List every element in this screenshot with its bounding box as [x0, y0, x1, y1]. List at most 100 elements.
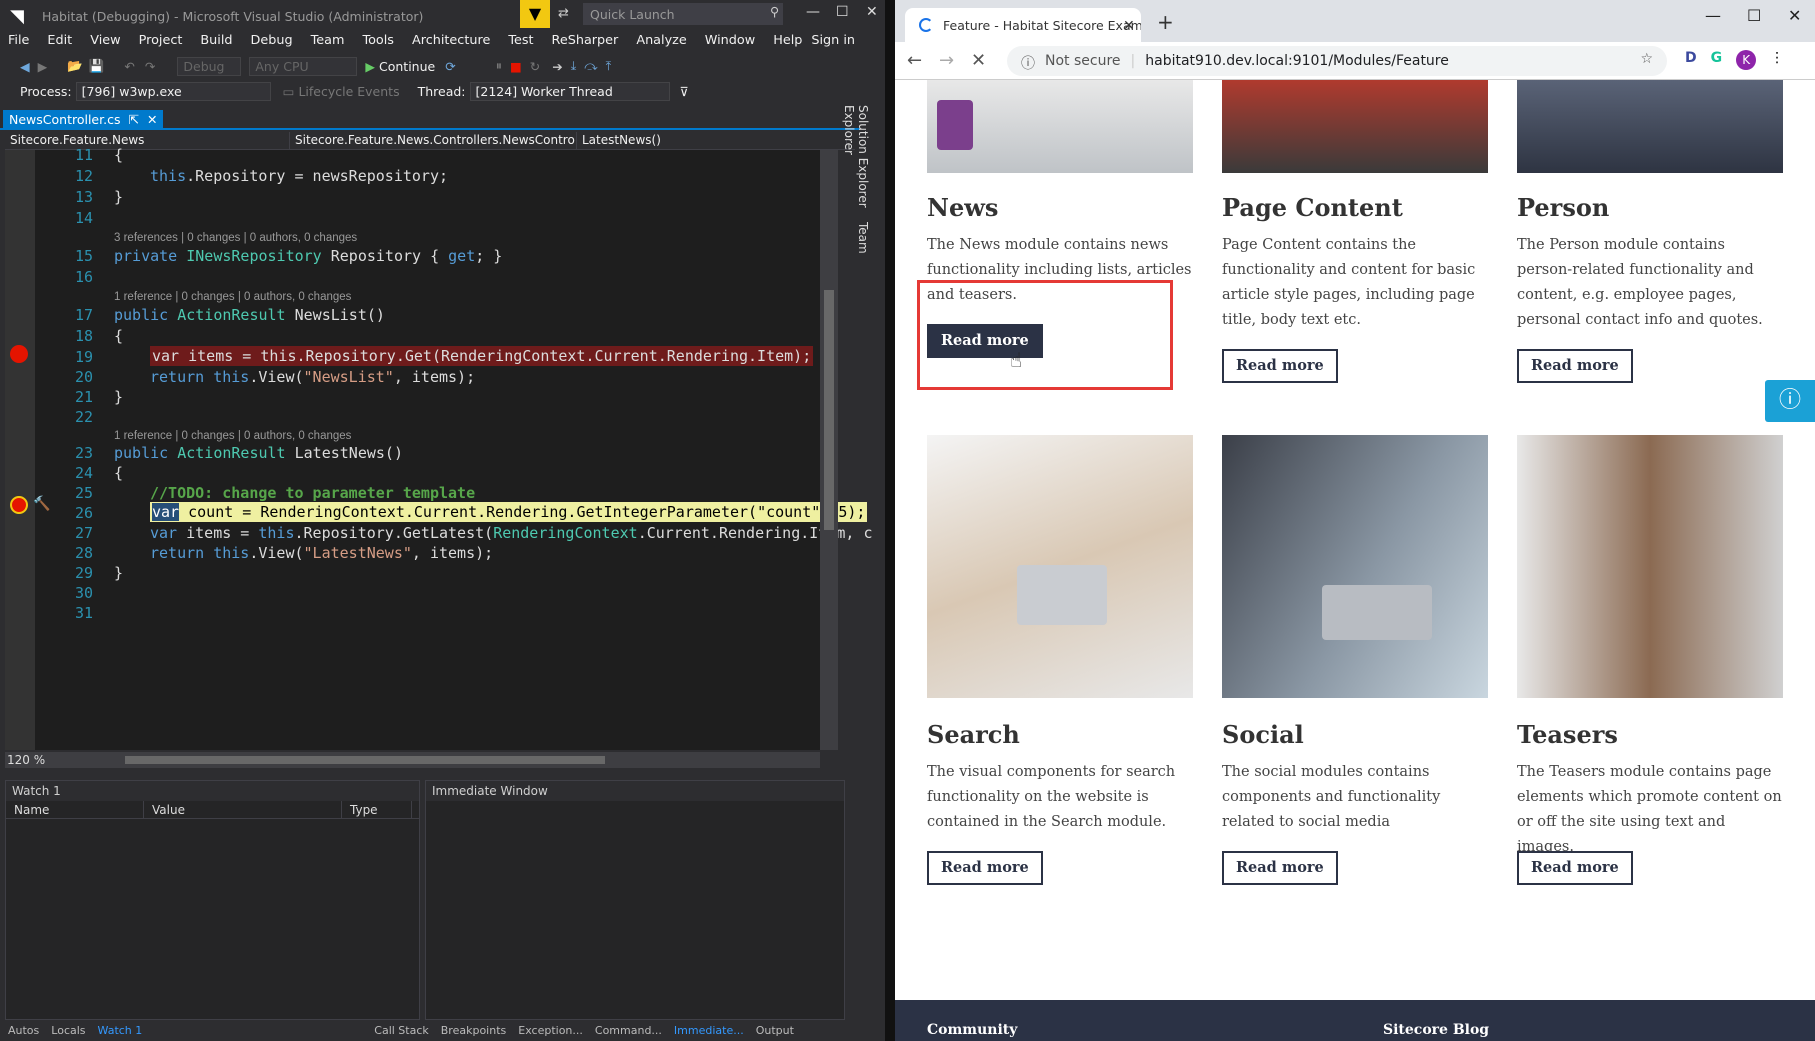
menu-analyze[interactable]: Analyze [628, 32, 696, 52]
current-statement-icon[interactable] [10, 496, 28, 514]
menu-resharper[interactable]: ReSharper [544, 32, 629, 52]
read-more-button[interactable]: Read more [1517, 349, 1633, 383]
codelens-info[interactable]: 3 references | 0 changes | 0 authors, 0 … [114, 232, 357, 244]
tab-watch1[interactable]: Watch 1 [98, 1024, 143, 1041]
step-over-icon[interactable]: ⤼ [584, 58, 597, 74]
solution-config-select[interactable]: Debug [177, 56, 242, 76]
close-icon[interactable]: ✕ [1788, 6, 1801, 25]
scrollbar-thumb[interactable] [824, 290, 834, 530]
stop-icon[interactable]: ■ [510, 59, 522, 74]
project-dropdown[interactable]: Sitecore.Feature.News [5, 132, 290, 149]
watch-col-name[interactable]: Name [6, 801, 144, 818]
menu-help[interactable]: Help [765, 32, 812, 52]
tab-breakpoints[interactable]: Breakpoints [441, 1024, 507, 1041]
search-icon[interactable]: ⚲ [770, 4, 779, 19]
pin-icon[interactable]: ⇱ [128, 112, 138, 128]
tab-close-icon[interactable]: ✕ [147, 112, 157, 128]
menu-file[interactable]: File [0, 32, 39, 52]
filter-icon[interactable]: ⊽ [680, 84, 689, 99]
minimize-icon[interactable]: — [1705, 6, 1721, 25]
watch-col-value[interactable]: Value [144, 801, 342, 818]
menu-build[interactable]: Build [192, 32, 242, 52]
refresh-icon[interactable]: ⟳ [445, 59, 455, 74]
tab-call-stack[interactable]: Call Stack [374, 1024, 428, 1041]
menu-project[interactable]: Project [131, 32, 193, 52]
tab-immediate[interactable]: Immediate... [674, 1024, 744, 1041]
redo-icon[interactable]: ↷ [145, 59, 155, 74]
continue-icon[interactable]: ▶ [365, 59, 375, 74]
info-icon[interactable]: ⓘ [1021, 53, 1035, 72]
menu-architecture[interactable]: Architecture [404, 32, 500, 52]
watch-col-type[interactable]: Type [342, 801, 412, 818]
platform-select[interactable]: Any CPU [249, 56, 358, 76]
breakpoint-margin[interactable] [5, 150, 35, 750]
back-icon[interactable]: ◀ [20, 59, 30, 74]
maximize-icon[interactable]: ☐ [836, 4, 849, 20]
info-icon[interactable]: ⓘ [1765, 380, 1815, 422]
tab-command[interactable]: Command... [595, 1024, 662, 1041]
breakpoint-icon[interactable] [10, 345, 28, 363]
tab-locals[interactable]: Locals [51, 1024, 85, 1041]
restart-icon[interactable]: ↻ [530, 59, 540, 74]
editor-vertical-scrollbar[interactable] [820, 150, 838, 750]
notification-filter-icon[interactable]: ▼ [520, 0, 550, 28]
read-more-button[interactable]: Read more [1517, 851, 1633, 885]
bookmark-star-icon[interactable]: ☆ [1640, 51, 1653, 67]
stop-loading-icon[interactable]: ✕ [971, 50, 986, 71]
tab-newscontroller[interactable]: NewsController.cs ⇱ ✕ [3, 110, 164, 130]
tab-close-icon[interactable]: ✕ [1123, 18, 1135, 34]
forward-icon[interactable]: → [939, 50, 954, 71]
read-more-button[interactable]: Read more [927, 851, 1043, 885]
solution-explorer-tab[interactable]: Solution Explorer [856, 105, 870, 208]
close-icon[interactable]: ✕ [866, 4, 878, 20]
menu-tools[interactable]: Tools [354, 32, 404, 52]
show-next-statement-icon[interactable]: ➔ [552, 59, 562, 74]
class-dropdown[interactable]: Sitecore.Feature.News.Controllers.NewsCo… [290, 132, 577, 149]
zoom-level[interactable]: 120 % [7, 753, 45, 767]
extension-d-icon[interactable]: D [1685, 50, 1697, 70]
forward-icon[interactable]: ▶ [38, 59, 48, 74]
process-select[interactable]: [796] w3wp.exe [75, 81, 271, 101]
menu-test[interactable]: Test [500, 32, 543, 52]
tab-autos[interactable]: Autos [8, 1024, 39, 1041]
step-out-icon[interactable]: ⤒ [606, 58, 612, 74]
menu-window[interactable]: Window [697, 32, 765, 52]
immediate-window[interactable]: Immediate Window [425, 780, 845, 1020]
grammarly-icon[interactable]: G [1711, 50, 1723, 70]
tab-exception[interactable]: Exception... [518, 1024, 583, 1041]
sign-in-link[interactable]: Sign in [811, 33, 855, 48]
member-dropdown[interactable]: LatestNews() [577, 132, 847, 149]
menu-team[interactable]: Team [303, 32, 355, 52]
quick-launch-input[interactable]: Quick Launch [583, 3, 783, 25]
code-line-15: private INewsRepository Repository { get… [114, 247, 502, 265]
profile-avatar[interactable]: K [1736, 50, 1757, 70]
code-editor[interactable]: 🔨 11 { 12 this.Repository = newsReposito… [5, 146, 873, 750]
address-bar[interactable]: ⓘ Not secure | habitat910.dev.local:9101… [1007, 46, 1667, 76]
save-icon[interactable]: 💾 [89, 58, 105, 74]
thread-select[interactable]: [2124] Worker Thread [469, 81, 670, 101]
new-tab-icon[interactable]: + [1157, 10, 1174, 34]
horizontal-scrollbar-thumb[interactable] [125, 756, 605, 764]
read-more-button[interactable]: Read more [1222, 851, 1338, 885]
open-file-icon[interactable]: 📂 [67, 58, 83, 74]
code-token: return [150, 544, 214, 562]
undo-icon[interactable]: ↶ [124, 59, 134, 74]
quick-action-icon[interactable]: 🔨 [33, 496, 50, 512]
lifecycle-events-select[interactable]: Lifecycle Events [298, 84, 399, 99]
browser-tab[interactable]: Feature - Habitat Sitecore Examp ✕ [905, 8, 1141, 42]
codelens-info[interactable]: 1 reference | 0 changes | 0 authors, 0 c… [114, 291, 351, 303]
menu-debug[interactable]: Debug [243, 32, 303, 52]
menu-edit[interactable]: Edit [39, 32, 82, 52]
step-into-icon[interactable]: ⤓ [571, 58, 577, 74]
menu-kebab-icon[interactable]: ⋮ [1770, 50, 1784, 70]
feedback-icon[interactable]: ⇄ [558, 6, 569, 21]
tab-output[interactable]: Output [756, 1024, 794, 1041]
menu-view[interactable]: View [82, 32, 130, 52]
pause-icon[interactable]: ⏸ [496, 58, 502, 74]
maximize-icon[interactable]: ☐ [1747, 6, 1761, 25]
back-icon[interactable]: ← [907, 50, 922, 71]
read-more-button[interactable]: Read more [1222, 349, 1338, 383]
codelens-info[interactable]: 1 reference | 0 changes | 0 authors, 0 c… [114, 430, 351, 442]
continue-button[interactable]: Continue [379, 59, 435, 74]
minimize-icon[interactable]: — [806, 4, 820, 20]
